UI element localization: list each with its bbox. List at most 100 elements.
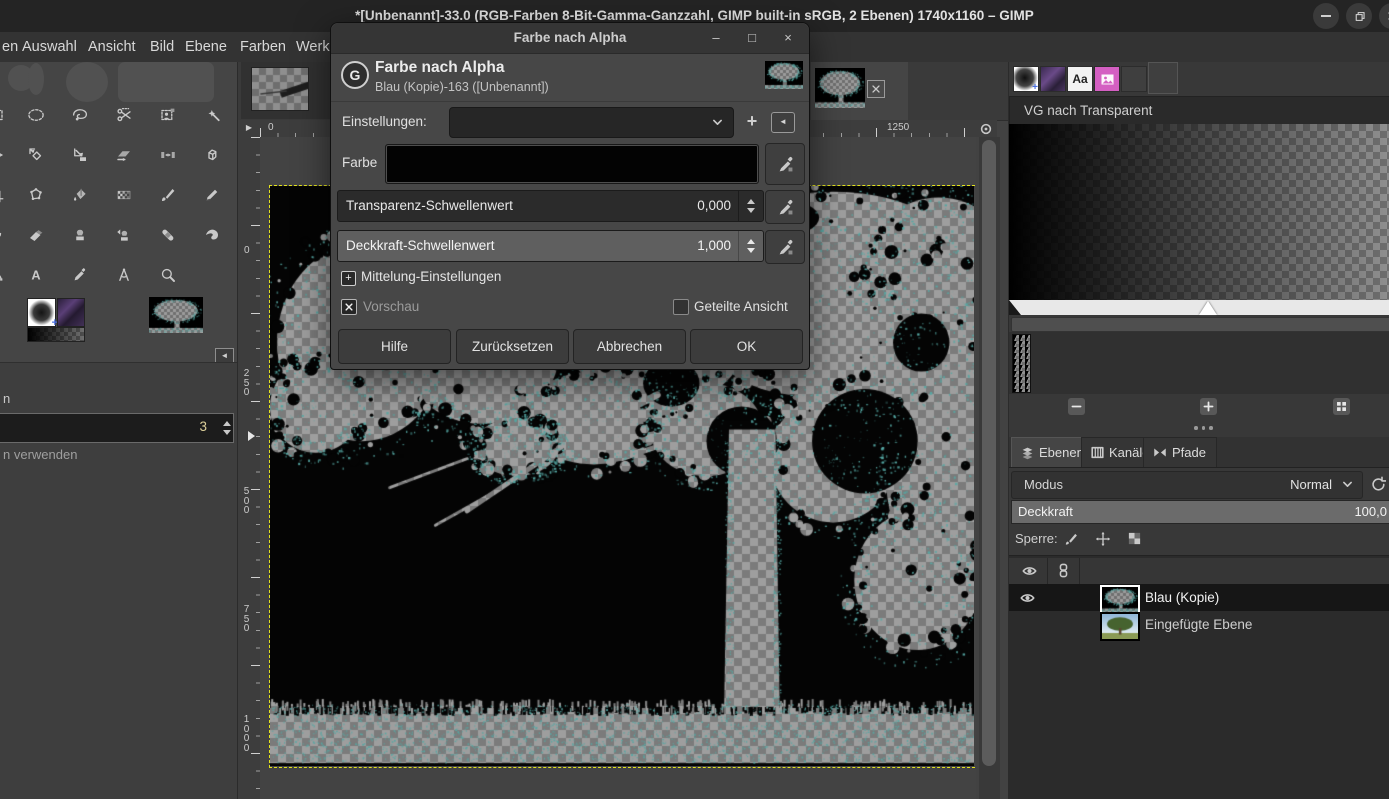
spinner-arrows[interactable] [223, 414, 231, 442]
layer-row[interactable]: Blau (Kopie) [1009, 584, 1389, 611]
tool-shear[interactable] [110, 140, 138, 170]
settings-dropdown[interactable] [449, 107, 734, 138]
menu-item-bearbeiten-partial[interactable]: en [2, 32, 18, 62]
mode-reset-button[interactable] [1367, 473, 1389, 495]
layer-thumbnail[interactable] [1100, 612, 1140, 641]
settings-add-button[interactable]: + [741, 109, 763, 133]
spin-down-icon[interactable] [223, 430, 231, 435]
help-button[interactable]: Hilfe [338, 329, 451, 364]
menu-item-auswahl[interactable]: Auswahl [22, 32, 77, 62]
tool-zoom[interactable] [154, 260, 182, 290]
lock-position-icon[interactable] [1095, 531, 1111, 547]
transparency-threshold-slider[interactable]: Transparenz-Schwellenwert 0,000 [337, 190, 764, 222]
tab-gradients-active[interactable] [1148, 62, 1178, 94]
preview-label[interactable]: Vorschau [363, 299, 419, 314]
menu-item-ebene[interactable]: Ebene [185, 32, 227, 62]
tool-unified-transform[interactable] [22, 140, 50, 170]
tool-transform-3d[interactable] [198, 140, 226, 170]
menu-item-bild[interactable]: Bild [150, 32, 174, 62]
zoom-out-button[interactable] [1068, 398, 1085, 415]
zoom-in-button[interactable] [1200, 398, 1217, 415]
active-image-thumbnail[interactable] [149, 297, 203, 333]
tab-fonts[interactable]: Aa [1067, 66, 1093, 92]
dialog-title-bar[interactable]: Farbe nach Alpha – □ × [331, 23, 809, 54]
tab-gradients-alt[interactable] [1121, 66, 1147, 92]
gradient-list-item[interactable] [1012, 334, 1031, 393]
preview-checkbox[interactable] [341, 299, 357, 315]
spin-down-icon[interactable] [747, 248, 755, 253]
tool-flip[interactable] [154, 140, 182, 170]
spin-down-icon[interactable] [747, 208, 755, 213]
pattern-preview[interactable] [57, 298, 85, 327]
tool-fuzzy-select[interactable] [198, 100, 226, 130]
tab-document-history[interactable] [1094, 66, 1120, 92]
tool-rect-select-clipped[interactable] [0, 100, 10, 130]
spinner-arrows[interactable] [738, 231, 763, 261]
settings-import-button[interactable]: ◄ [771, 112, 795, 133]
image-tab-1[interactable] [241, 62, 331, 119]
split-view-label[interactable]: Geteilte Ansicht [694, 299, 788, 314]
scrollbar-thumb[interactable] [982, 140, 996, 766]
dialog-maximize-button[interactable]: □ [743, 29, 761, 47]
split-view-checkbox[interactable] [673, 299, 689, 315]
reset-button[interactable]: Zurücksetzen [456, 329, 569, 364]
tool-perspective-clone[interactable] [110, 220, 138, 250]
layer-thumbnail[interactable] [1100, 585, 1140, 614]
dialog-minimize-button[interactable]: – [707, 29, 725, 47]
zoom-fit-button[interactable] [1333, 398, 1350, 415]
expander-label[interactable]: Mittelung-Einstellungen [361, 269, 501, 284]
ok-button[interactable]: OK [690, 329, 803, 364]
gradient-handle-bar[interactable] [1009, 300, 1389, 315]
gradient-editor-preview[interactable] [1009, 124, 1389, 300]
layer-visibility-toggle[interactable] [1019, 590, 1036, 606]
menu-item-werkzeuge-partial[interactable]: Werk [296, 32, 330, 62]
link-column-icon[interactable] [1057, 563, 1070, 578]
lock-pixels-icon[interactable] [1063, 531, 1079, 547]
tab-paths[interactable]: Pfade [1143, 437, 1217, 467]
gradient-name-row[interactable]: VG nach Transparent [1009, 96, 1389, 126]
gradient-endpoint-left[interactable] [1009, 300, 1021, 315]
opacity-slider[interactable]: Deckkraft 100,0 [1011, 500, 1389, 524]
tool-cage-transform[interactable] [22, 180, 50, 210]
opacity-threshold-slider[interactable]: Deckkraft-Schwellenwert 1,000 [337, 230, 764, 262]
color-swatch[interactable] [385, 144, 759, 184]
lock-alpha-icon[interactable] [1127, 531, 1142, 546]
transparency-picker-button[interactable] [765, 190, 805, 224]
tool-clone[interactable] [66, 220, 94, 250]
tool-gradient[interactable] [110, 180, 138, 210]
mode-row[interactable]: Modus Normal [1011, 471, 1363, 499]
gradient-sub-strip[interactable] [1011, 317, 1389, 332]
tool-heal[interactable] [154, 220, 182, 250]
layer-row[interactable]: Eingefügte Ebene [1009, 611, 1389, 638]
tool-rotate-clipped[interactable] [0, 220, 10, 250]
navigation-button[interactable] [975, 120, 997, 137]
spin-up-icon[interactable] [223, 421, 231, 426]
ruler-corner-button[interactable]: ▶ [238, 120, 261, 138]
tool-ellipse-select[interactable] [22, 100, 50, 130]
tab-brushes[interactable]: + [1013, 66, 1039, 92]
menu-item-farben[interactable]: Farben [240, 32, 286, 62]
scrollbar-vertical[interactable] [979, 137, 1000, 799]
tool-measure[interactable] [110, 260, 138, 290]
tool-foreground-select[interactable] [154, 100, 182, 130]
tool-align[interactable] [66, 140, 94, 170]
tab-patterns[interactable] [1040, 66, 1066, 92]
eye-column-icon[interactable] [1021, 563, 1038, 579]
tab-close-button[interactable] [867, 80, 885, 98]
dock-resize-grip[interactable] [1194, 426, 1213, 430]
brush-preview[interactable]: + [27, 298, 56, 327]
spin-up-icon[interactable] [747, 239, 755, 244]
tool-bucket-fill[interactable] [66, 180, 94, 210]
gradient-midpoint-handle[interactable] [1199, 301, 1217, 315]
color-picker-button[interactable] [765, 143, 805, 185]
minimize-button[interactable] [1313, 3, 1339, 29]
tool-pencil[interactable] [198, 180, 226, 210]
tool-move-clipped[interactable] [0, 140, 10, 170]
tool-crop-clipped[interactable] [0, 180, 10, 210]
spinner-arrows[interactable] [738, 191, 763, 221]
opacity-picker-button[interactable] [765, 230, 805, 264]
restore-button[interactable] [1346, 3, 1372, 29]
tool-paths-tool-clipped[interactable] [0, 260, 10, 290]
tool-smudge[interactable] [198, 220, 226, 250]
menu-item-ansicht[interactable]: Ansicht [88, 32, 136, 62]
